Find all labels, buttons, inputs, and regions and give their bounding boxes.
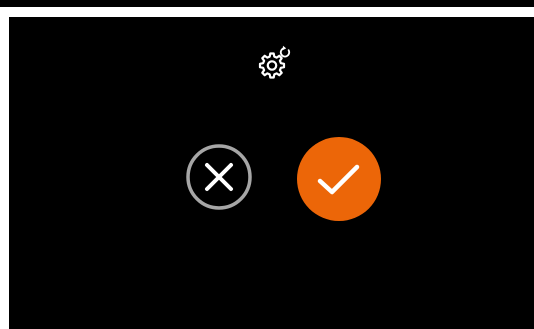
- check-icon: [297, 137, 381, 221]
- top-bar: [0, 0, 534, 7]
- settings-reset-icon: [255, 43, 295, 83]
- confirm-button[interactable]: [297, 137, 381, 221]
- confirmation-dialog: [9, 17, 534, 329]
- cancel-button[interactable]: [186, 144, 252, 210]
- close-icon: [186, 144, 252, 210]
- device-frame: [0, 0, 534, 329]
